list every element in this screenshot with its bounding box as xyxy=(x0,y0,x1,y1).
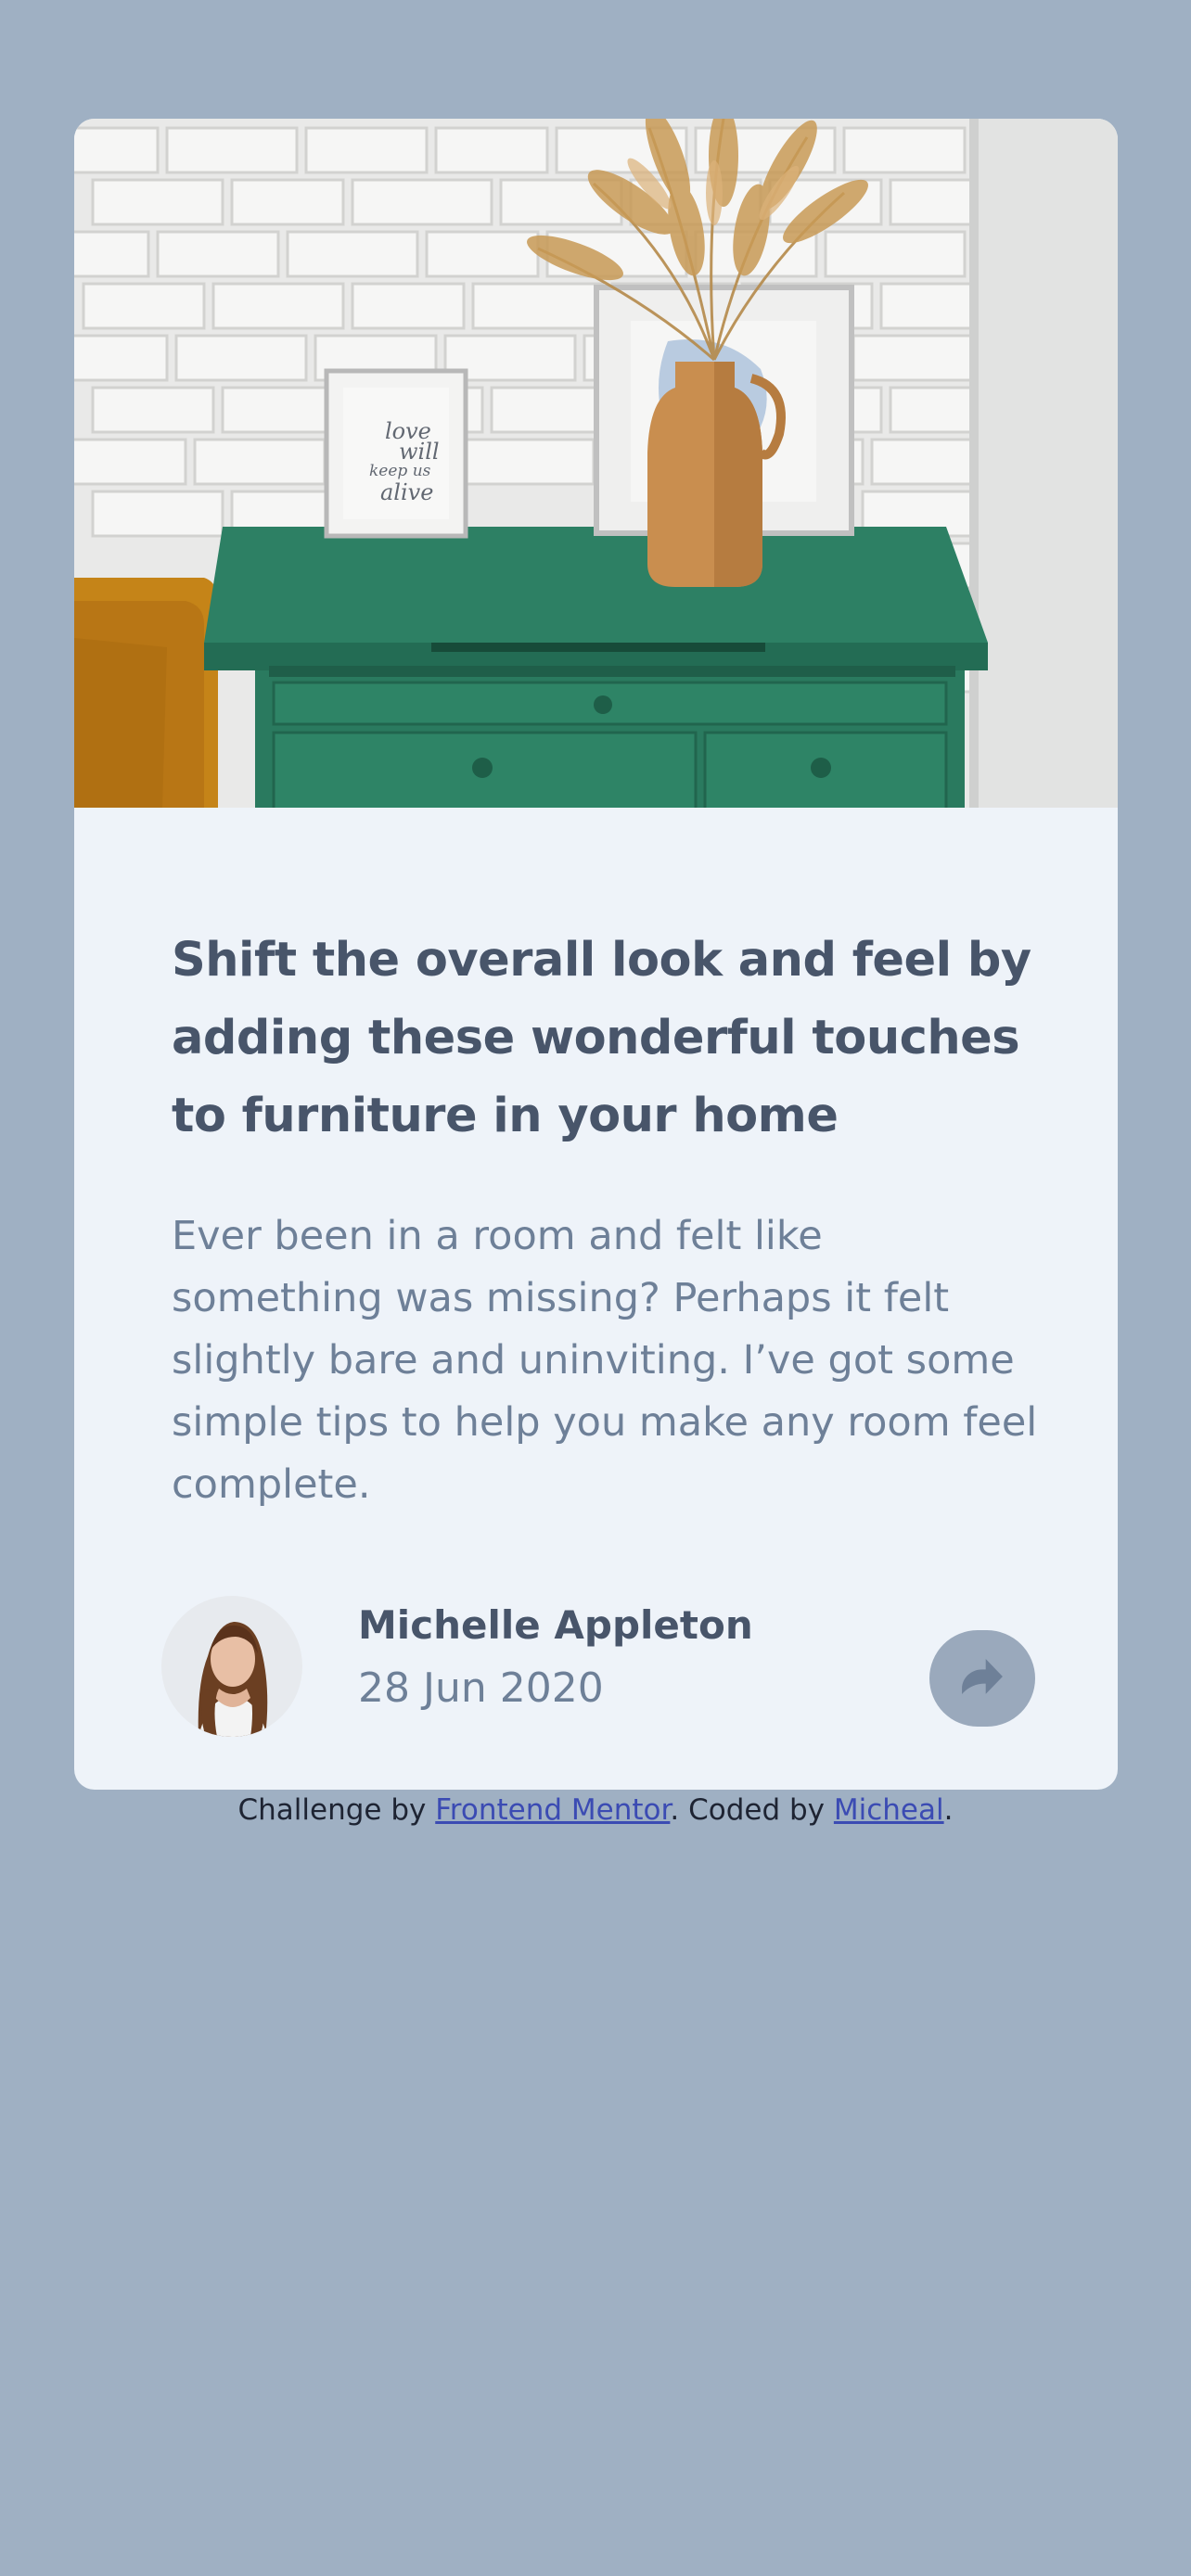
attribution: Challenge by Frontend Mentor. Coded by M… xyxy=(0,1793,1191,1827)
author-name: Michelle Appleton xyxy=(358,1602,753,1648)
share-icon xyxy=(962,1659,1003,1698)
publish-date: 28 Jun 2020 xyxy=(358,1664,604,1712)
attribution-prefix: Challenge by xyxy=(237,1793,436,1827)
article-title[interactable]: Shift the overall look and feel by addin… xyxy=(172,922,1044,1155)
attribution-middle: . Coded by xyxy=(670,1793,834,1827)
svg-text:alive: alive xyxy=(380,479,433,505)
author-avatar xyxy=(161,1596,302,1737)
attribution-suffix: . xyxy=(943,1793,954,1827)
svg-text:keep us: keep us xyxy=(369,462,431,480)
share-button[interactable] xyxy=(929,1630,1035,1727)
article-card: love will keep us alive Shift the overal… xyxy=(74,119,1118,1790)
hero-image: love will keep us alive xyxy=(74,119,1118,808)
author-link[interactable]: Micheal xyxy=(834,1793,944,1827)
frontend-mentor-link[interactable]: Frontend Mentor xyxy=(435,1793,670,1827)
card-content: Shift the overall look and feel by addin… xyxy=(172,922,1044,1516)
svg-text:will: will xyxy=(399,439,440,465)
article-excerpt: Ever been in a room and felt like someth… xyxy=(172,1213,1038,1508)
